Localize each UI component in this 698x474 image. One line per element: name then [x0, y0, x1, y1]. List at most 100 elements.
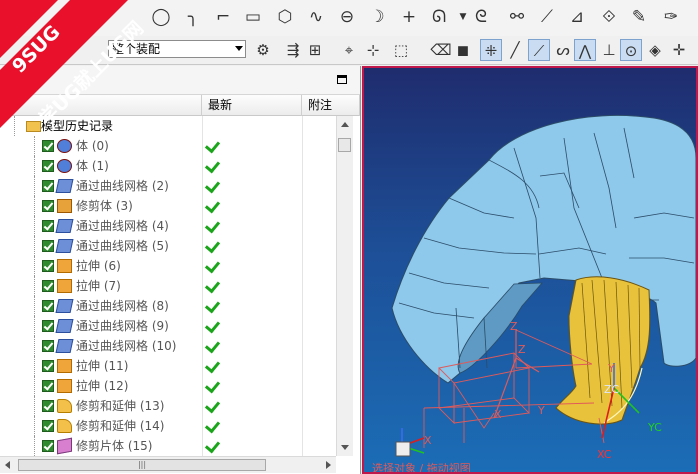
bridge-curve-icon[interactable]: ⚯ [506, 6, 528, 28]
feature-row[interactable]: 修剪体 (3) [0, 196, 335, 216]
feature-row[interactable]: 通过曲线网格 (8) [0, 296, 335, 316]
scroll-right-icon[interactable] [326, 461, 331, 469]
column-divider [202, 176, 203, 196]
snap-point-icon[interactable]: ⌖ [338, 39, 360, 61]
visibility-checkbox[interactable] [42, 420, 54, 432]
feature-row[interactable]: 通过曲线网格 (5) [0, 236, 335, 256]
scroll-thumb[interactable] [338, 138, 351, 152]
axis-label-y2: Y [537, 404, 545, 417]
trim-extend-icon [57, 419, 72, 433]
snap-quadrant-icon[interactable]: ◈ [644, 39, 666, 61]
column-divider [202, 376, 203, 396]
through-curve-mesh-icon [55, 339, 74, 353]
column-divider [302, 196, 303, 216]
scroll-up-icon[interactable] [341, 122, 349, 127]
feature-row[interactable]: 修剪和延伸 (14) [0, 416, 335, 436]
axis-label-xc: XC [597, 448, 612, 461]
feature-row[interactable]: 体 (1) [0, 156, 335, 176]
snap-add-icon[interactable]: ⊞ [304, 39, 326, 61]
graphics-viewport[interactable]: Z Y X Z Y X ZC YC XC 选择对象 / 拖动视图 [362, 66, 698, 474]
chamfer-icon[interactable]: ⌐ [212, 6, 234, 28]
extrude-icon [57, 279, 72, 293]
eraser-icon[interactable]: ⌫ [430, 39, 452, 61]
ellipse-icon[interactable]: ⊖ [336, 6, 358, 28]
rectangle-icon[interactable]: ▭ [242, 6, 264, 28]
snap-midpoint-icon[interactable]: ⟋ [528, 39, 550, 61]
feature-row[interactable]: 通过曲线网格 (10) [0, 336, 335, 356]
visibility-checkbox[interactable] [42, 160, 54, 172]
arc-icon[interactable]: ☽ [366, 6, 388, 28]
tree-line [34, 376, 36, 396]
fillet-icon[interactable]: ╮ [182, 6, 204, 28]
column-divider [202, 316, 203, 336]
snap-intersection-icon[interactable]: ⋀ [574, 39, 596, 61]
polygon-icon[interactable]: ⬡ [274, 6, 296, 28]
up-to-date-check-icon [204, 337, 221, 354]
tree-line [34, 236, 36, 256]
up-to-date-check-icon [204, 377, 221, 394]
horizontal-scrollbar[interactable]: ||| [0, 456, 336, 473]
visibility-checkbox[interactable] [42, 360, 54, 372]
visibility-checkbox[interactable] [42, 240, 54, 252]
visibility-checkbox[interactable] [42, 200, 54, 212]
scroll-left-icon[interactable] [5, 461, 10, 469]
body-feature-icon [57, 159, 72, 173]
snap-line-icon[interactable]: ╱ [504, 39, 526, 61]
feature-row[interactable]: 通过曲线网格 (9) [0, 316, 335, 336]
visibility-checkbox[interactable] [42, 440, 54, 452]
feature-row[interactable]: 通过曲线网格 (2) [0, 176, 335, 196]
visibility-checkbox[interactable] [42, 260, 54, 272]
visibility-checkbox[interactable] [42, 180, 54, 192]
feature-row[interactable]: 通过曲线网格 (4) [0, 216, 335, 236]
feature-row[interactable]: 拉伸 (7) [0, 276, 335, 296]
visibility-checkbox[interactable] [42, 300, 54, 312]
component-filter-icon[interactable]: ⚙ [252, 39, 274, 61]
feature-row[interactable]: 修剪和延伸 (13) [0, 396, 335, 416]
trim-extend-icon [57, 399, 72, 413]
tree-line [34, 176, 36, 196]
column-divider [202, 136, 203, 156]
column-up-to-date[interactable]: 最新 [202, 95, 302, 116]
solid-cube-icon[interactable]: ◼ [452, 39, 474, 61]
feature-row[interactable]: 拉伸 (11) [0, 356, 335, 376]
rectangle-select-icon[interactable]: ⬚ [390, 39, 412, 61]
axis-label-z2: Z [518, 343, 526, 356]
visibility-checkbox[interactable] [42, 400, 54, 412]
studio-spline-icon[interactable]: ∿ [305, 6, 327, 28]
curve-length-icon[interactable]: ⟐ [598, 6, 620, 28]
visibility-checkbox[interactable] [42, 280, 54, 292]
edit-curve-icon[interactable]: ✎ [628, 6, 650, 28]
trim-curve-icon[interactable]: ⟋ [536, 6, 558, 28]
snap-existing-point-icon[interactable]: ✛ [668, 39, 690, 61]
snap-tangent-icon[interactable]: ⊥ [598, 39, 620, 61]
visibility-checkbox[interactable] [42, 320, 54, 332]
feature-row[interactable]: 拉伸 (6) [0, 256, 335, 276]
column-comment[interactable]: 附注 [302, 95, 360, 116]
snap-curve-icon[interactable]: ᔕ [552, 39, 574, 61]
visibility-checkbox[interactable] [42, 380, 54, 392]
tree-line [34, 316, 36, 336]
feature-label: 通过曲线网格 (9) [76, 319, 169, 333]
helix-icon[interactable]: ᘏ [428, 6, 450, 28]
column-divider [202, 196, 203, 216]
pen-icon[interactable]: ✑ [660, 6, 682, 28]
offset-curve-icon[interactable]: ᘓ [470, 6, 492, 28]
circle-icon[interactable]: ◯ [150, 6, 172, 28]
maximize-icon[interactable] [337, 75, 347, 84]
yellow-part-surface[interactable] [555, 276, 651, 425]
scroll-down-icon[interactable] [341, 445, 349, 450]
model-canvas[interactable]: Z Y X Z Y X ZC YC XC 选择对象 / 拖动视图 [364, 68, 696, 472]
select-filter-icon[interactable]: ⇶ [282, 39, 304, 61]
divide-curve-icon[interactable]: ⊿ [566, 6, 588, 28]
vertical-scrollbar[interactable] [336, 116, 353, 456]
scroll-thumb-horizontal[interactable]: ||| [18, 459, 266, 471]
snap-arc-center-icon[interactable]: ⊙ [620, 39, 642, 61]
extrude-icon [57, 259, 72, 273]
snap-endpoint-icon[interactable]: ⁜ [480, 39, 502, 61]
feature-row[interactable]: 拉伸 (12) [0, 376, 335, 396]
snap-target-icon[interactable]: ⊹ [362, 39, 384, 61]
visibility-checkbox[interactable] [42, 340, 54, 352]
feature-row[interactable]: 修剪片体 (15) [0, 436, 335, 456]
visibility-checkbox[interactable] [42, 220, 54, 232]
point-icon[interactable]: + [398, 6, 420, 28]
